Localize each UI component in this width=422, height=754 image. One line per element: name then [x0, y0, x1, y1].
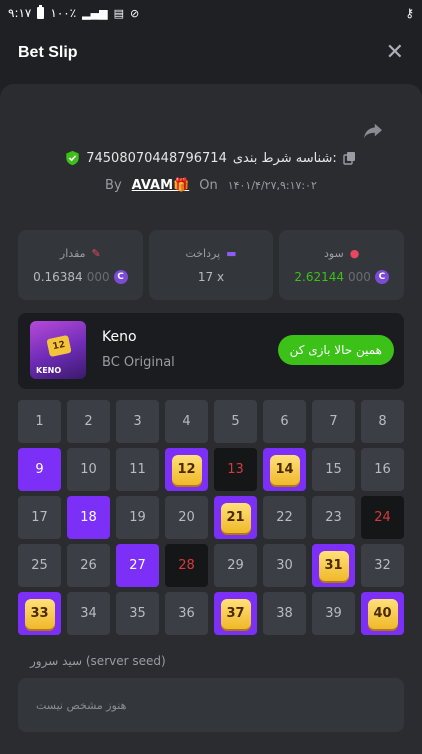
keno-cell-9: 9 [18, 448, 61, 491]
keno-cell-17: 17 [18, 496, 61, 539]
coin-icon: C [374, 269, 389, 284]
keno-cell-30: 30 [263, 544, 306, 587]
keno-cell-26: 26 [67, 544, 110, 587]
bet-slip-header: Bet Slip ✕ [0, 26, 422, 80]
keno-cell-18: 18 [67, 496, 110, 539]
verified-shield-icon [66, 150, 79, 166]
keno-cell-25: 25 [18, 544, 61, 587]
status-time: ۹:۱۷ [8, 6, 32, 20]
server-seed-value: هنوز مشخص نیست [36, 698, 127, 712]
stat-value-dim: 000 [86, 269, 110, 284]
bet-date: ۱۴۰۱/۴/۲۷,۹:۱۷:۰۲ [227, 179, 317, 192]
stat-amount: مقدار ✎ 0.16384 000 C [18, 230, 143, 300]
amount-icon: ✎ [91, 246, 101, 260]
sim-icon: ▤ [113, 6, 124, 20]
server-seed-field: هنوز مشخص نیست [18, 678, 404, 732]
keno-cell-22: 22 [263, 496, 306, 539]
keno-cell-35: 35 [116, 592, 159, 635]
server-seed-label: سید سرور (server seed) [30, 654, 166, 668]
page-title: Bet Slip [18, 44, 78, 61]
signal-icon: ▂▄▆ [82, 6, 108, 20]
keno-cell-38: 38 [263, 592, 306, 635]
share-icon[interactable] [362, 122, 384, 140]
keno-cell-13: 13 [214, 448, 257, 491]
keno-cell-16: 16 [361, 448, 404, 491]
keno-hit-gem: 12 [171, 454, 202, 485]
keno-cell-36: 36 [165, 592, 208, 635]
keno-hit-gem: 31 [318, 550, 349, 581]
stat-label: پرداخت [185, 246, 221, 260]
keno-cell-19: 19 [116, 496, 159, 539]
bet-meta-row: By AVAM🎁 On ۱۴۰۱/۴/۲۷,۹:۱۷:۰۲ [0, 178, 422, 193]
status-left: ۹:۱۷ ۱۰۰٪ ▂▄▆ ▤ ⊘ [8, 5, 140, 20]
stat-payout: پرداخت ▬ 17 x [148, 230, 274, 300]
keno-cell-1: 1 [18, 400, 61, 443]
mute-icon: ⊘ [129, 6, 140, 20]
keno-cell-24: 24 [361, 496, 404, 539]
keno-cell-34: 34 [67, 592, 110, 635]
keno-cell-6: 6 [263, 400, 306, 443]
close-icon[interactable]: ✕ [386, 42, 404, 64]
keno-cell-27: 27 [116, 544, 159, 587]
keno-cell-28: 28 [165, 544, 208, 587]
thumb-text: KENO [36, 366, 62, 375]
keno-cell-15: 15 [312, 448, 355, 491]
stat-value: 2.62144 [294, 269, 345, 284]
bet-id-row: 74508070448796714 شناسه شرط بندی: [0, 150, 422, 166]
keno-thumbnail[interactable]: 12 KENO [30, 321, 86, 379]
stat-value: 17 x [197, 269, 225, 284]
keno-hit-gem: 14 [269, 454, 300, 485]
keno-cell-23: 23 [312, 496, 355, 539]
stat-label: سود [323, 246, 344, 260]
keno-hit-gem: 40 [367, 598, 398, 629]
keno-cell-4: 4 [165, 400, 208, 443]
keno-cell-8: 8 [361, 400, 404, 443]
play-now-button[interactable]: همین حالا بازی کن [277, 335, 394, 365]
on-label: On [199, 178, 218, 193]
game-card: 12 KENO Keno BC Original همین حالا بازی … [18, 313, 404, 389]
keno-cell-2: 2 [67, 400, 110, 443]
bet-id-value: 74508070448796714 [86, 150, 227, 166]
bet-id-label: شناسه شرط بندی: [232, 150, 337, 166]
keno-cell-33: 33 [18, 592, 61, 635]
bettor-username[interactable]: AVAM🎁 [132, 178, 190, 193]
battery-percent: ۱۰۰٪ [50, 6, 77, 20]
game-subtitle: BC Original [102, 355, 175, 370]
key-icon: ⚷ [405, 6, 414, 20]
keno-cell-29: 29 [214, 544, 257, 587]
keno-cell-10: 10 [67, 448, 110, 491]
battery-icon [37, 5, 45, 19]
keno-cell-5: 5 [214, 400, 257, 443]
stat-profit: سود ● 2.62144 000 C [279, 230, 405, 300]
keno-cell-39: 39 [312, 592, 355, 635]
keno-hit-gem: 37 [220, 598, 251, 629]
keno-cell-21: 21 [214, 496, 257, 539]
thumb-number: 12 [46, 334, 72, 358]
bet-stats: مقدار ✎ 0.16384 000 C پرداخت ▬ 17 x سود ● [18, 230, 405, 300]
keno-cell-3: 3 [116, 400, 159, 443]
keno-cell-14: 14 [263, 448, 306, 491]
stat-value-dim: 000 [348, 269, 371, 284]
game-name: Keno [102, 329, 137, 345]
keno-cell-12: 12 [165, 448, 208, 491]
stat-value: 0.16384 [33, 269, 83, 284]
keno-hit-gem: 21 [220, 502, 251, 533]
copy-icon[interactable] [343, 151, 357, 165]
keno-cell-7: 7 [312, 400, 355, 443]
keno-cell-20: 20 [165, 496, 208, 539]
coin-icon: C [113, 269, 128, 284]
status-bar: ۹:۱۷ ۱۰۰٪ ▂▄▆ ▤ ⊘ ⚷ [0, 0, 422, 26]
keno-cell-32: 32 [361, 544, 404, 587]
keno-hit-gem: 33 [24, 598, 55, 629]
stat-label: مقدار [59, 246, 86, 260]
by-label: By [105, 178, 122, 193]
keno-cell-31: 31 [312, 544, 355, 587]
keno-board: 1 2 3 4 5 6 7 8 9 10 11 12 13 14 15 16 17 18 19 20 21 22 23 24 2… [18, 400, 404, 635]
payout-icon: ▬ [226, 246, 237, 260]
keno-cell-40: 40 [361, 592, 404, 635]
bet-slip-panel: 74508070448796714 شناسه شرط بندی: By AVA… [0, 84, 422, 754]
profit-icon: ● [349, 246, 360, 260]
keno-cell-11: 11 [116, 448, 159, 491]
keno-cell-37: 37 [214, 592, 257, 635]
